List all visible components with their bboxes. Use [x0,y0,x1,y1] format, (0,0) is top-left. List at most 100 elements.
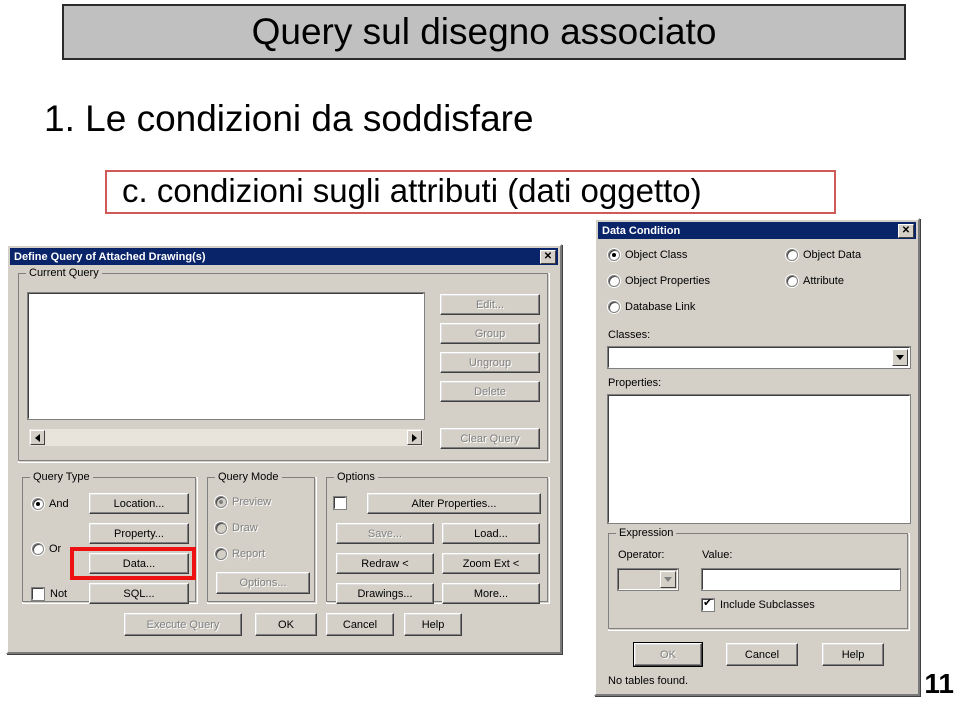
data-condition-titlebar[interactable]: Data Condition ✕ [598,222,916,239]
status-text: No tables found. [608,675,689,687]
operator-label: Operator: [618,549,665,561]
save-button[interactable]: Save... [336,523,434,544]
properties-list[interactable] [607,394,911,524]
condition-radio-object-class[interactable]: Object Class [608,249,687,261]
radio-dot-icon [32,498,44,510]
scroll-right-button[interactable] [407,430,422,445]
checkbox-label: Not [50,588,68,600]
query-type-radio-and[interactable]: And [32,498,69,510]
radio-dot-icon [215,548,227,560]
radio-label: Object Data [803,249,862,261]
close-icon[interactable]: ✕ [540,249,556,264]
chevron-down-icon [664,577,672,582]
define-query-dialog: Define Query of Attached Drawing(s) ✕ Cu… [6,244,562,654]
load-button[interactable]: Load... [442,523,540,544]
cancel-button[interactable]: Cancel [726,643,798,666]
properties-label: Properties: [608,377,662,389]
scroll-left-button[interactable] [30,430,45,445]
include-subclasses-checkbox[interactable]: Include Subclasses [701,597,815,612]
radio-label: Report [232,548,266,560]
data-condition-title: Data Condition [602,224,681,237]
query-mode-options-button[interactable]: Options... [216,572,310,594]
define-query-titlebar[interactable]: Define Query of Attached Drawing(s) ✕ [10,248,558,265]
condition-radio-database-link[interactable]: Database Link [608,301,695,313]
chevron-down-button[interactable] [660,571,676,588]
expression-legend: Expression [616,527,677,539]
query-mode-legend: Query Mode [215,471,282,483]
page-title: Query sul disegno associato [251,11,717,52]
query-type-radio-or[interactable]: Or [32,543,61,555]
more-button[interactable]: More... [442,583,540,604]
radio-dot-icon [608,249,620,261]
radio-label: Object Properties [625,275,710,287]
ungroup-button[interactable]: Ungroup [440,352,540,373]
radio-label: Database Link [625,301,696,313]
query-type-not-checkbox[interactable]: Not [31,587,68,601]
checkbox-box-icon [31,587,45,601]
classes-combo[interactable] [607,346,911,369]
condition-radio-object-data[interactable]: Object Data [786,249,861,261]
close-icon[interactable]: ✕ [898,223,914,238]
current-query-list[interactable] [27,292,425,420]
radio-label: Preview [232,496,272,508]
callout-text: c. condizioni sugli attributi (dati ogge… [122,172,702,209]
classes-label: Classes: [608,329,651,341]
condition-radio-attribute[interactable]: Attribute [786,275,844,287]
radio-label: Object Class [625,249,688,261]
current-query-scrollbar[interactable] [28,428,424,447]
edit-button[interactable]: Edit... [440,294,540,315]
current-query-legend: Current Query [26,267,102,279]
condition-radio-object-properties[interactable]: Object Properties [608,275,710,287]
radio-label: Or [49,543,62,555]
radio-dot-icon [786,249,798,261]
radio-dot-icon [786,275,798,287]
clear-query-button[interactable]: Clear Query [440,428,540,449]
data-condition-dialog: Data Condition ✕ Object Class Object Dat… [594,218,920,696]
property-button[interactable]: Property... [89,523,189,544]
radio-dot-icon [608,275,620,287]
define-query-title: Define Query of Attached Drawing(s) [14,250,206,263]
help-button[interactable]: Help [404,613,462,636]
query-mode-radio-report[interactable]: Report [215,548,265,560]
slide-title-box: Query sul disegno associato [62,4,906,60]
chevron-down-button[interactable] [892,349,908,366]
zoom-ext-button[interactable]: Zoom Ext < [442,553,540,574]
chevron-right-icon [412,433,417,442]
help-button[interactable]: Help [822,643,884,666]
radio-label: Draw [232,522,258,534]
delete-button[interactable]: Delete [440,381,540,402]
options-legend: Options [334,471,378,483]
checkbox-box-icon [701,597,715,612]
checkbox-box-icon [333,496,347,510]
alter-properties-button[interactable]: Alter Properties... [367,493,541,514]
value-label: Value: [702,549,733,561]
query-type-legend: Query Type [30,471,93,483]
cancel-button[interactable]: Cancel [326,613,394,636]
operator-combo[interactable] [617,568,679,591]
execute-query-button[interactable]: Execute Query [124,613,242,636]
query-mode-radio-preview[interactable]: Preview [215,496,271,508]
drawings-button[interactable]: Drawings... [336,583,434,604]
radio-dot-icon [215,496,227,508]
chevron-left-icon [35,433,40,442]
ok-button[interactable]: OK [634,643,702,666]
sql-button[interactable]: SQL... [89,583,189,604]
data-condition-body: Object Class Object Data Object Properti… [596,239,918,694]
data-button[interactable]: Data... [89,553,189,574]
radio-dot-icon [608,301,620,313]
group-button[interactable]: Group [440,323,540,344]
radio-dot-icon [32,543,44,555]
radio-dot-icon [215,522,227,534]
query-mode-radio-draw[interactable]: Draw [215,522,258,534]
location-button[interactable]: Location... [89,493,189,514]
ok-button[interactable]: OK [255,613,317,636]
chevron-down-icon [896,355,904,360]
define-query-body: Current Query Edit... Group Ungroup Dele… [8,265,560,652]
redraw-button[interactable]: Redraw < [336,553,434,574]
radio-label: And [49,498,69,510]
alter-properties-checkbox[interactable] [333,496,352,510]
value-input[interactable] [701,568,901,591]
checkbox-label: Include Subclasses [720,599,815,611]
radio-label: Attribute [803,275,844,287]
page-number: 11 [924,668,954,699]
